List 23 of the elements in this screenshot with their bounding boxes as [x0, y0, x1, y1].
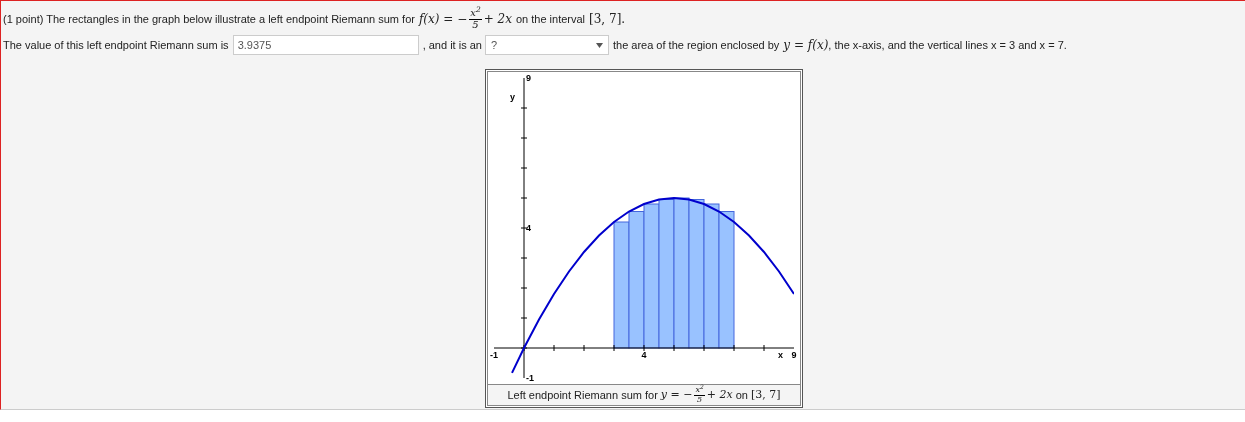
tick-label: 4: [641, 350, 647, 360]
problem-text: (1 point) The rectangles in the graph below illustrate a left endpoint Riemann sum for: [3, 11, 415, 27]
question-text: , the x-axis, and the vertical lines x = 3 and x = 7.: [828, 37, 1067, 53]
axis-label: x: [778, 350, 783, 360]
tick-label: -1: [526, 373, 534, 383]
question-text: the area of the region enclosed by: [612, 37, 780, 53]
tick-label: 9: [526, 73, 531, 83]
comparison-select[interactable]: ?: [484, 35, 609, 55]
tick-label: -1: [490, 350, 498, 360]
question-text: The value of this left endpoint Riemann sum is: [3, 37, 229, 53]
question-text: , and it is an: [422, 37, 482, 53]
tick-label: 4: [526, 223, 531, 233]
fraction-denominator: 5: [472, 19, 479, 30]
dropdown-caret-icon: [595, 42, 603, 48]
fraction-numerator: x$^{2}$: [694, 386, 705, 396]
fraction-numerator: x$^{2}$: [469, 8, 482, 20]
interval-formula: [3, 7].: [589, 11, 626, 28]
function-formula: y = f(x): [783, 37, 829, 54]
axis-label: y: [510, 92, 515, 102]
problem-text: on the interval: [515, 11, 586, 27]
tick-label: 9: [791, 350, 797, 360]
answer-input-field[interactable]: 3.9375: [232, 35, 419, 55]
fraction-denominator: 5: [697, 395, 703, 404]
